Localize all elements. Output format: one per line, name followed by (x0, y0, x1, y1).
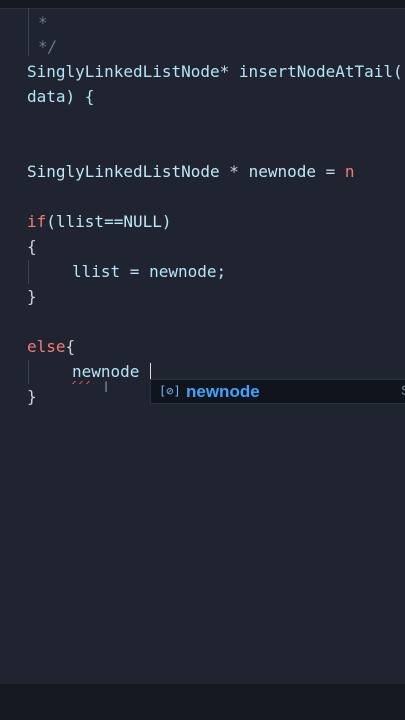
else-keyword: else (27, 337, 66, 356)
if-open-brace: { (27, 237, 37, 256)
decl-new-keyword: n (344, 162, 355, 181)
indent-guide (28, 8, 29, 56)
decl-assign: = (316, 162, 345, 181)
indent-guide (28, 360, 29, 384)
if-line: if(llist==NULL) (27, 211, 172, 233)
comment-end-line: */ (38, 37, 58, 56)
decl-type: SinglyLinkedListNode (27, 162, 220, 181)
if-close-brace: } (27, 287, 37, 306)
indent-guide (28, 260, 29, 284)
autocomplete-item-detail: S (401, 382, 405, 398)
else-line: else{ (27, 336, 75, 358)
autocomplete-item-label: newnode (186, 382, 260, 401)
else-close-brace: } (27, 387, 37, 406)
autocomplete-item[interactable]: [⊘] newnode S (151, 380, 405, 403)
decl-name: newnode (248, 162, 316, 181)
function-signature-line1: SinglyLinkedListNode* insertNodeAtTail( (27, 62, 403, 81)
autocomplete-popup[interactable]: [⊘] newnode S (150, 379, 405, 404)
decl-star: * (219, 162, 249, 181)
else-open-brace: { (65, 337, 76, 356)
if-keyword: if (27, 212, 47, 231)
assign-line: llist = newnode; (72, 262, 227, 281)
ibeam-cursor-icon: I (104, 380, 109, 396)
error-squiggle (72, 381, 94, 384)
bottom-bar (0, 684, 405, 720)
variable-symbol-icon: [⊘] (159, 384, 181, 398)
comment-line: * (38, 13, 48, 32)
if-condition: (llist==NULL) (46, 212, 172, 231)
declaration-line: SinglyLinkedListNode * newnode = n (27, 161, 355, 183)
code-editor[interactable]: * */ SinglyLinkedListNode* insertNodeAtT… (0, 8, 405, 684)
function-signature-line2: data) { (27, 87, 95, 106)
